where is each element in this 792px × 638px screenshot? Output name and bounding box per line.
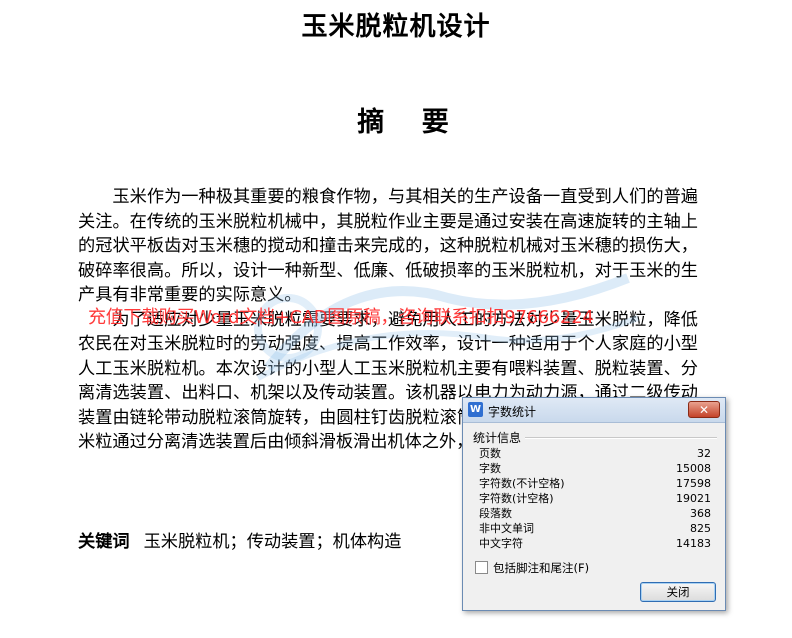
- stat-value: 825: [690, 522, 711, 535]
- stat-label: 字数: [479, 462, 501, 475]
- stat-value: 15008: [676, 462, 711, 475]
- stat-row: 段落数 368: [479, 506, 711, 521]
- include-footnotes-checkbox[interactable]: [475, 561, 488, 574]
- close-button[interactable]: 关闭: [640, 582, 716, 602]
- stat-value: 14183: [676, 537, 711, 550]
- stat-row: 字数 15008: [479, 461, 711, 476]
- watermark-text: 充值下载购买Word文档+CAD图原稿，咨询联系扣扣97666224: [88, 307, 594, 328]
- stat-value: 32: [697, 447, 711, 460]
- stat-label: 字符数(不计空格): [479, 477, 565, 490]
- include-footnotes-label: 包括脚注和尾注(F): [493, 561, 590, 575]
- stat-label: 中文字符: [479, 537, 523, 550]
- document-title: 玉米脱粒机设计: [301, 12, 491, 42]
- stats-group-label: 统计信息: [473, 431, 522, 445]
- include-footnotes-option[interactable]: 包括脚注和尾注(F): [475, 560, 589, 576]
- dialog-titlebar[interactable]: W 字数统计 ✕: [463, 398, 725, 423]
- group-divider: [525, 437, 717, 439]
- stat-label: 段落数: [479, 507, 512, 520]
- stat-row: 字符数(计空格) 19021: [479, 491, 711, 506]
- abstract-paragraph-1: 玉米作为一种极其重要的粮食作物，与其相关的生产设备一直受到人们的普遍关注。在传统…: [78, 187, 698, 305]
- keywords-label: 关键词: [78, 532, 130, 552]
- stat-row: 非中文单词 825: [479, 521, 711, 536]
- close-icon[interactable]: ✕: [688, 401, 720, 418]
- stat-row: 字符数(不计空格) 17598: [479, 476, 711, 491]
- stat-label: 字符数(计空格): [479, 492, 554, 505]
- stat-value: 19021: [676, 492, 711, 505]
- stat-label: 非中文单词: [479, 522, 534, 535]
- stat-value: 17598: [676, 477, 711, 490]
- stat-row: 中文字符 14183: [479, 536, 711, 551]
- word-count-dialog: W 字数统计 ✕ 统计信息 页数 32 字数 15008 字符数(不计空格) 1759…: [462, 397, 726, 611]
- stat-value: 368: [690, 507, 711, 520]
- keywords-value: 玉米脱粒机；传动装置；机体构造: [143, 532, 402, 552]
- dialog-title: 字数统计: [488, 405, 537, 419]
- stat-label: 页数: [479, 447, 501, 460]
- stat-row: 页数 32: [479, 446, 711, 461]
- wps-app-icon: W: [468, 402, 483, 417]
- stats-list: 页数 32 字数 15008 字符数(不计空格) 17598 字符数(计空格) 1902…: [479, 446, 711, 551]
- abstract-heading: 摘 要: [357, 107, 449, 138]
